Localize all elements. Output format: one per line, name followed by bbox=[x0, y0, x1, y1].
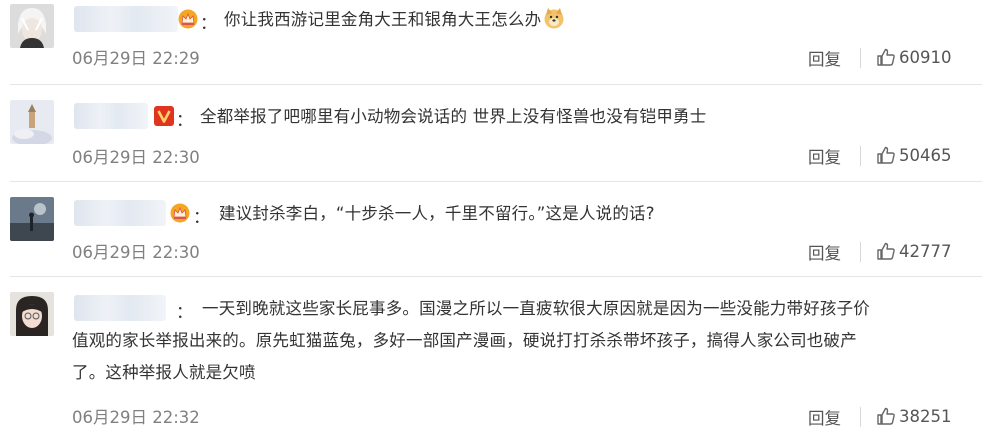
doge-emoji-icon bbox=[544, 8, 564, 29]
like-button[interactable]: 60910 bbox=[876, 47, 952, 67]
username-blurred[interactable] bbox=[74, 103, 148, 129]
colon: ： bbox=[176, 303, 193, 323]
divider bbox=[860, 242, 861, 262]
avatar-image-icon bbox=[10, 292, 54, 336]
comment-timestamp: 06月29日 22:32 bbox=[72, 408, 200, 427]
like-count: 60910 bbox=[899, 47, 952, 67]
username-blurred[interactable] bbox=[74, 200, 166, 226]
colon: ： bbox=[193, 208, 210, 228]
reply-button[interactable]: 回复 bbox=[808, 405, 841, 429]
avatar[interactable] bbox=[10, 100, 54, 144]
colon: ： bbox=[200, 14, 217, 34]
username-blurred[interactable] bbox=[74, 295, 166, 321]
comment-text-content: 你让我西游记里金角大王和银角大王怎么办 bbox=[224, 10, 542, 29]
thumbs-up-icon bbox=[877, 146, 895, 164]
comment-text: 全都举报了吧哪里有小动物会说话的 世界上没有怪兽也没有铠甲勇士 bbox=[200, 107, 707, 126]
comment-timestamp: 06月29日 22:29 bbox=[72, 49, 200, 68]
colon: ： bbox=[176, 111, 193, 131]
comment-text-line: 值观的家长举报出来的。原先虹猫蓝兔，多好一部国产漫画，硬说打打杀杀带坏孩子，搞得… bbox=[72, 331, 857, 350]
thumbs-up-icon bbox=[877, 407, 895, 425]
like-button[interactable]: 50465 bbox=[876, 145, 952, 165]
like-count: 38251 bbox=[899, 406, 952, 426]
like-count: 42777 bbox=[899, 241, 952, 261]
avatar[interactable] bbox=[10, 292, 54, 336]
reply-button[interactable]: 回复 bbox=[808, 46, 841, 70]
like-button[interactable]: 42777 bbox=[876, 241, 952, 261]
avatar-image-icon bbox=[10, 100, 54, 144]
divider bbox=[860, 407, 861, 427]
username-blurred[interactable] bbox=[74, 6, 178, 32]
reply-button[interactable]: 回复 bbox=[808, 144, 841, 168]
comment-text: 你让我西游记里金角大王和银角大王怎么办 bbox=[224, 4, 565, 36]
avatar[interactable] bbox=[10, 4, 54, 48]
like-count: 50465 bbox=[899, 145, 952, 165]
thumbs-up-icon bbox=[877, 242, 895, 260]
avatar[interactable] bbox=[10, 197, 54, 241]
divider bbox=[860, 146, 861, 166]
comment-text: 建议封杀李白，“十步杀一人，千里不留行。”这是人说的话? bbox=[219, 204, 655, 223]
thumbs-up-icon bbox=[877, 48, 895, 66]
crown-badge-icon bbox=[170, 203, 190, 223]
comment-timestamp: 06月29日 22:30 bbox=[72, 148, 200, 167]
avatar-image-icon bbox=[10, 4, 54, 48]
divider bbox=[860, 48, 861, 68]
comment-text-line: 了。这种举报人就是欠喷 bbox=[72, 363, 256, 382]
comment-text-line: 一天到晚就这些家长屁事多。国漫之所以一直疲软很大原因就是因为一些没能力带好孩子价 bbox=[202, 299, 870, 318]
comment-divider bbox=[10, 84, 982, 85]
comment-divider bbox=[10, 181, 982, 182]
comment-divider bbox=[10, 276, 982, 277]
reply-button[interactable]: 回复 bbox=[808, 240, 841, 264]
avatar-image-icon bbox=[10, 197, 54, 241]
crown-badge-icon bbox=[178, 9, 198, 29]
v-badge-icon bbox=[154, 106, 174, 126]
like-button[interactable]: 38251 bbox=[876, 406, 952, 426]
comment-timestamp: 06月29日 22:30 bbox=[72, 243, 200, 262]
